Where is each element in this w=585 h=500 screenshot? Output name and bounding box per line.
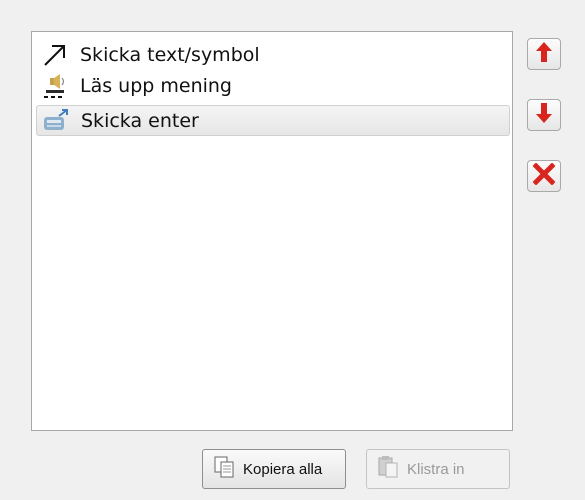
list-item-label: Skicka enter: [81, 109, 199, 132]
copy-all-button[interactable]: Kopiera alla: [202, 449, 346, 489]
send-keyboard-icon: [41, 107, 71, 135]
delete-button[interactable]: [527, 160, 561, 192]
list-item[interactable]: Skicka text/symbol: [36, 39, 510, 70]
list-item-selected[interactable]: Skicka enter: [36, 105, 510, 136]
move-up-button[interactable]: [527, 38, 561, 70]
paste-label: Klistra in: [407, 460, 465, 478]
paste-icon: [377, 455, 399, 483]
arrow-down-icon: [534, 102, 554, 128]
arrow-up-icon: [534, 41, 554, 67]
paste-button[interactable]: Klistra in: [366, 449, 510, 489]
delete-x-icon: [532, 162, 556, 189]
arrow-up-right-icon: [40, 41, 70, 69]
list-item-label: Skicka text/symbol: [80, 43, 260, 66]
list-item-label: Läs upp mening: [80, 74, 232, 97]
copy-icon: [213, 455, 235, 483]
list-item[interactable]: Läs upp mening: [36, 70, 510, 101]
copy-all-label: Kopiera alla: [243, 460, 323, 478]
actions-listbox[interactable]: Skicka text/symbol Läs upp mening Skicka…: [31, 31, 513, 431]
speaker-icon: [40, 72, 70, 100]
move-down-button[interactable]: [527, 99, 561, 131]
